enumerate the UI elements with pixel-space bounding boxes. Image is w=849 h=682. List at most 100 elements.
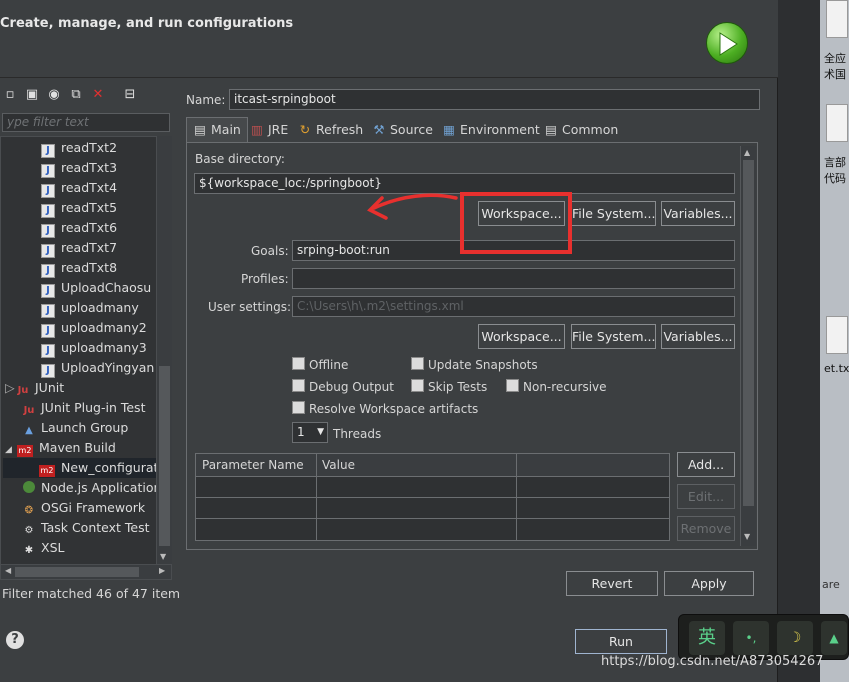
tree-item[interactable]: Juploadmany3 <box>41 338 147 358</box>
checkbox-box[interactable] <box>292 357 305 370</box>
remove-button[interactable]: Remove <box>677 516 735 541</box>
checkbox-box[interactable] <box>292 379 305 392</box>
scroll-up-icon[interactable]: ▲ <box>744 148 750 157</box>
scroll-right-icon[interactable]: ▶ <box>159 566 165 575</box>
threads-value: 1 <box>297 425 305 439</box>
update-snapshots-checkbox[interactable]: Update Snapshots <box>411 357 538 372</box>
row-divider <box>196 497 669 498</box>
tree-item-label: JUnit <box>35 380 65 395</box>
tree-item[interactable]: JreadTxt3 <box>41 158 117 178</box>
tree-item[interactable]: J UploadYingyan <box>41 358 154 378</box>
tree-item-label: OSGi Framework <box>41 500 146 515</box>
scroll-down-icon[interactable]: ▼ <box>744 532 750 541</box>
tree-item[interactable]: JreadTxt5 <box>41 198 117 218</box>
user-settings-input[interactable]: C:\Users\h\.m2\settings.xml <box>292 296 735 317</box>
tree-item[interactable]: ▲ Launch Group <box>23 418 128 438</box>
file-icon[interactable] <box>826 316 848 354</box>
resolve-workspace-checkbox[interactable]: Resolve Workspace artifacts <box>292 401 478 416</box>
duplicate-icon[interactable]: ⧉ <box>68 87 84 103</box>
checkbox-box[interactable] <box>292 401 305 414</box>
tree-item[interactable]: JreadTxt8 <box>41 258 117 278</box>
revert-button[interactable]: Revert <box>566 571 658 596</box>
scrollbar-thumb[interactable] <box>159 366 170 546</box>
column-header-value[interactable]: Value <box>322 458 355 472</box>
chevron-down-icon[interactable]: ▼ <box>317 423 324 442</box>
file-icon[interactable] <box>826 0 848 38</box>
ime-more-icon[interactable]: ▲ <box>821 621 847 655</box>
column-header-parameter-name[interactable]: Parameter Name <box>202 458 304 472</box>
checkbox-box[interactable] <box>411 379 424 392</box>
profiles-input[interactable] <box>292 268 735 289</box>
edit-button[interactable]: Edit... <box>677 484 735 509</box>
workspace-button-2[interactable]: Workspace... <box>478 324 565 349</box>
tree-item[interactable]: J UploadChaosu <box>41 278 151 298</box>
tab-label: Common <box>562 122 619 137</box>
variables-button-2[interactable]: Variables... <box>661 324 735 349</box>
offline-checkbox[interactable]: Offline <box>292 357 348 372</box>
tree-item-junit[interactable]: ▷ Ju JUnit <box>5 378 64 398</box>
tree-item[interactable]: Juploadmany <box>41 298 139 318</box>
tree-item-label: uploadmany2 <box>61 320 147 335</box>
main-tab-icon: ▤ <box>194 122 206 137</box>
base-directory-input[interactable]: ${workspace_loc:/springboot} <box>194 173 735 194</box>
tab-refresh[interactable]: ↻ Refresh <box>298 118 363 142</box>
background-toolbar-strip <box>778 0 820 682</box>
tab-environment[interactable]: ▦ Environment <box>442 118 540 142</box>
tab-jre[interactable]: ▥ JRE <box>250 118 288 142</box>
scroll-down-icon[interactable]: ▼ <box>160 552 166 561</box>
file-system-button[interactable]: File System... <box>571 201 656 226</box>
ime-punctuation-toggle[interactable]: •, <box>733 621 769 655</box>
tree-item[interactable]: Node.js Application <box>23 478 161 498</box>
tree-item[interactable]: ✱ XSL <box>23 538 65 558</box>
name-input[interactable]: itcast-srpingboot <box>229 89 760 110</box>
export-icon[interactable]: ◉ <box>46 87 62 103</box>
scrollbar-thumb[interactable] <box>743 160 754 506</box>
help-icon[interactable]: ? <box>6 631 24 649</box>
tree-item[interactable]: JreadTxt7 <box>41 238 117 258</box>
desktop-text: 术国 <box>824 68 846 81</box>
threads-select[interactable]: 1 ▼ <box>292 422 328 443</box>
new-prototype-icon[interactable]: ▣ <box>24 87 40 103</box>
tree-item[interactable]: Ju JUnit Plug-in Test <box>23 398 146 418</box>
scrollbar-thumb[interactable] <box>15 567 139 577</box>
delete-icon[interactable]: ✕ <box>90 87 106 103</box>
tree-item[interactable]: JreadTxt4 <box>41 178 117 198</box>
tree-item[interactable]: Juploadmany2 <box>41 318 147 338</box>
file-system-button-2[interactable]: File System... <box>571 324 656 349</box>
ime-moon-icon[interactable]: ☽ <box>777 621 813 655</box>
ime-language-toggle[interactable]: 英 <box>689 621 725 655</box>
debug-output-checkbox[interactable]: Debug Output <box>292 379 394 394</box>
add-button[interactable]: Add... <box>677 452 735 477</box>
java-app-icon: J <box>41 204 55 218</box>
jre-icon: ▥ <box>251 122 263 137</box>
new-configuration-icon[interactable]: ▫ <box>2 87 18 103</box>
nodejs-icon <box>23 481 35 493</box>
scroll-left-icon[interactable]: ◀ <box>5 566 11 575</box>
tree-item[interactable]: ⚙ Task Context Test <box>23 518 150 538</box>
tree-item-label: uploadmany <box>61 300 139 315</box>
tree-item[interactable]: JreadTxt6 <box>41 218 117 238</box>
collapse-all-icon[interactable]: ⊟ <box>122 87 138 103</box>
tab-source[interactable]: ⚒ Source <box>372 118 433 142</box>
checkbox-box[interactable] <box>411 357 424 370</box>
run-button[interactable]: Run <box>575 629 667 654</box>
tab-common[interactable]: ▤ Common <box>544 118 618 142</box>
file-icon[interactable] <box>826 104 848 142</box>
panel-vertical-scrollbar[interactable]: ▲ ▼ <box>740 146 756 546</box>
filter-input[interactable]: ype filter text <box>2 113 170 132</box>
chevron-down-icon[interactable]: ◢ <box>5 440 17 460</box>
tree-item[interactable]: ❂ OSGi Framework <box>23 498 145 518</box>
tab-main[interactable]: ▤ Main <box>186 117 248 142</box>
tree-item[interactable]: JreadTxt2 <box>41 138 117 158</box>
checkbox-box[interactable] <box>506 379 519 392</box>
tree-vertical-scrollbar[interactable]: ▼ <box>156 136 172 566</box>
non-recursive-checkbox[interactable]: Non-recursive <box>506 379 607 394</box>
tree-item-label: Launch Group <box>41 420 129 435</box>
apply-button[interactable]: Apply <box>664 571 754 596</box>
tree-item-maven[interactable]: ◢ m2 Maven Build <box>5 438 116 458</box>
chevron-right-icon[interactable]: ▷ <box>5 378 17 398</box>
tree-item-selected[interactable]: m2 New_configuration <box>3 458 171 478</box>
skip-tests-checkbox[interactable]: Skip Tests <box>411 379 487 394</box>
tree-horizontal-scrollbar[interactable]: ◀ ▶ <box>0 564 172 580</box>
variables-button[interactable]: Variables... <box>661 201 735 226</box>
